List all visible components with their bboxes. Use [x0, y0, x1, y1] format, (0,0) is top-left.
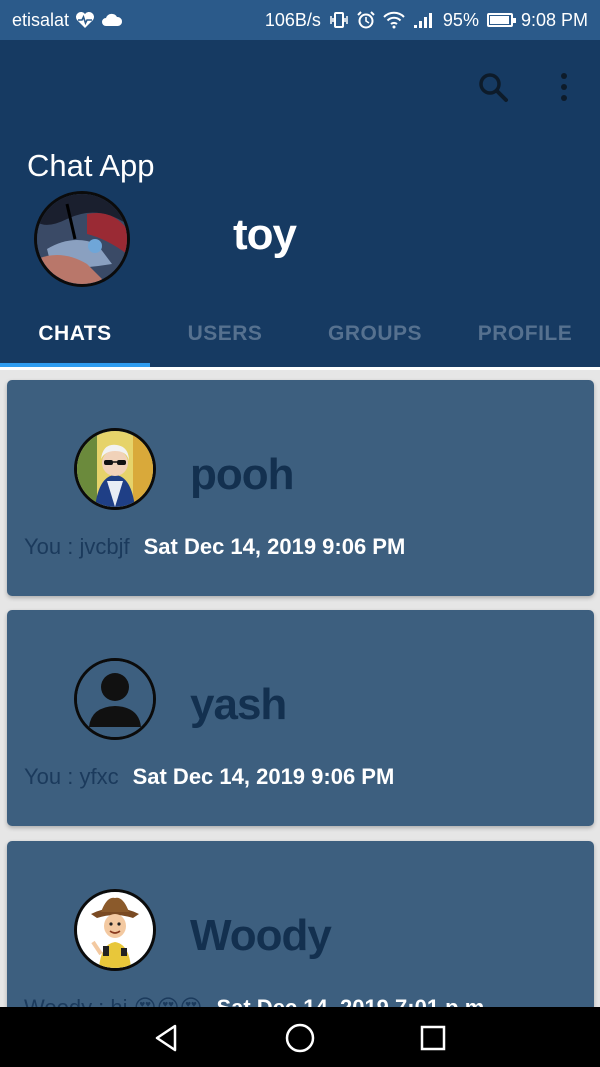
chat-last-message: You : yfxc: [24, 764, 119, 789]
tab-groups[interactable]: GROUPS: [300, 300, 450, 367]
chat-timestamp: Sat Dec 14, 2019 9:06 PM: [143, 534, 406, 559]
home-icon[interactable]: [283, 1021, 317, 1055]
battery-percent: 95%: [442, 9, 479, 30]
default-person-icon: [74, 658, 156, 740]
tab-chats[interactable]: CHATS: [0, 300, 150, 367]
chat-list[interactable]: pooh You : jvcbjf Sat Dec 14, 2019 9:06 …: [0, 367, 600, 1007]
chat-card-pooh[interactable]: pooh You : jvcbjf Sat Dec 14, 2019 9:06 …: [7, 380, 594, 596]
tab-users[interactable]: USERS: [150, 300, 300, 367]
chat-card-woody[interactable]: Woody Woody : hi 😍😍😍 Sat Dec 14, 2019 7:…: [7, 841, 594, 1007]
chat-card-yash[interactable]: yash You : yfxc Sat Dec 14, 2019 9:06 PM: [7, 610, 594, 826]
clock: 9:08 PM: [520, 9, 588, 30]
status-bar: etisalat 106B/s 95% 9:08 PM: [0, 0, 600, 40]
battery-icon: [486, 13, 516, 27]
app-title: Chat App: [27, 148, 155, 183]
chat-avatar: [74, 428, 156, 510]
alarm-icon: [357, 11, 375, 29]
chat-last-message: You : jvcbjf: [24, 534, 130, 559]
search-icon[interactable]: [476, 70, 510, 104]
back-icon[interactable]: [150, 1021, 184, 1055]
cloud-icon: [101, 13, 123, 27]
chat-name: Woody: [190, 911, 332, 960]
chat-last-message: Woody : hi 😍😍😍: [24, 995, 202, 1007]
wifi-icon: [383, 11, 405, 29]
recents-icon[interactable]: [416, 1021, 450, 1055]
net-speed-label: 106B/s: [264, 9, 321, 30]
system-nav-bar: [0, 1007, 600, 1067]
user-name: toy: [233, 210, 297, 259]
more-vert-icon[interactable]: [552, 70, 576, 104]
user-avatar[interactable]: [34, 191, 130, 287]
vibrate-icon: [329, 11, 349, 29]
chat-timestamp: Sat Dec 14, 2019 9:06 PM: [132, 764, 395, 789]
app-bar: Chat App toy CHATS USERS GROUPS PROFILE: [0, 40, 600, 367]
carrier-label: etisalat: [12, 9, 70, 30]
chat-name: pooh: [190, 450, 295, 499]
tab-bar: CHATS USERS GROUPS PROFILE: [0, 300, 600, 367]
signal-icon: [413, 11, 435, 29]
chat-timestamp: Sat Dec 14, 2019 7:01 p.m.: [216, 995, 490, 1007]
chat-name: yash: [190, 680, 287, 729]
chat-avatar: [74, 889, 156, 971]
heart-pulse-icon: [75, 11, 95, 29]
tab-profile[interactable]: PROFILE: [450, 300, 600, 367]
